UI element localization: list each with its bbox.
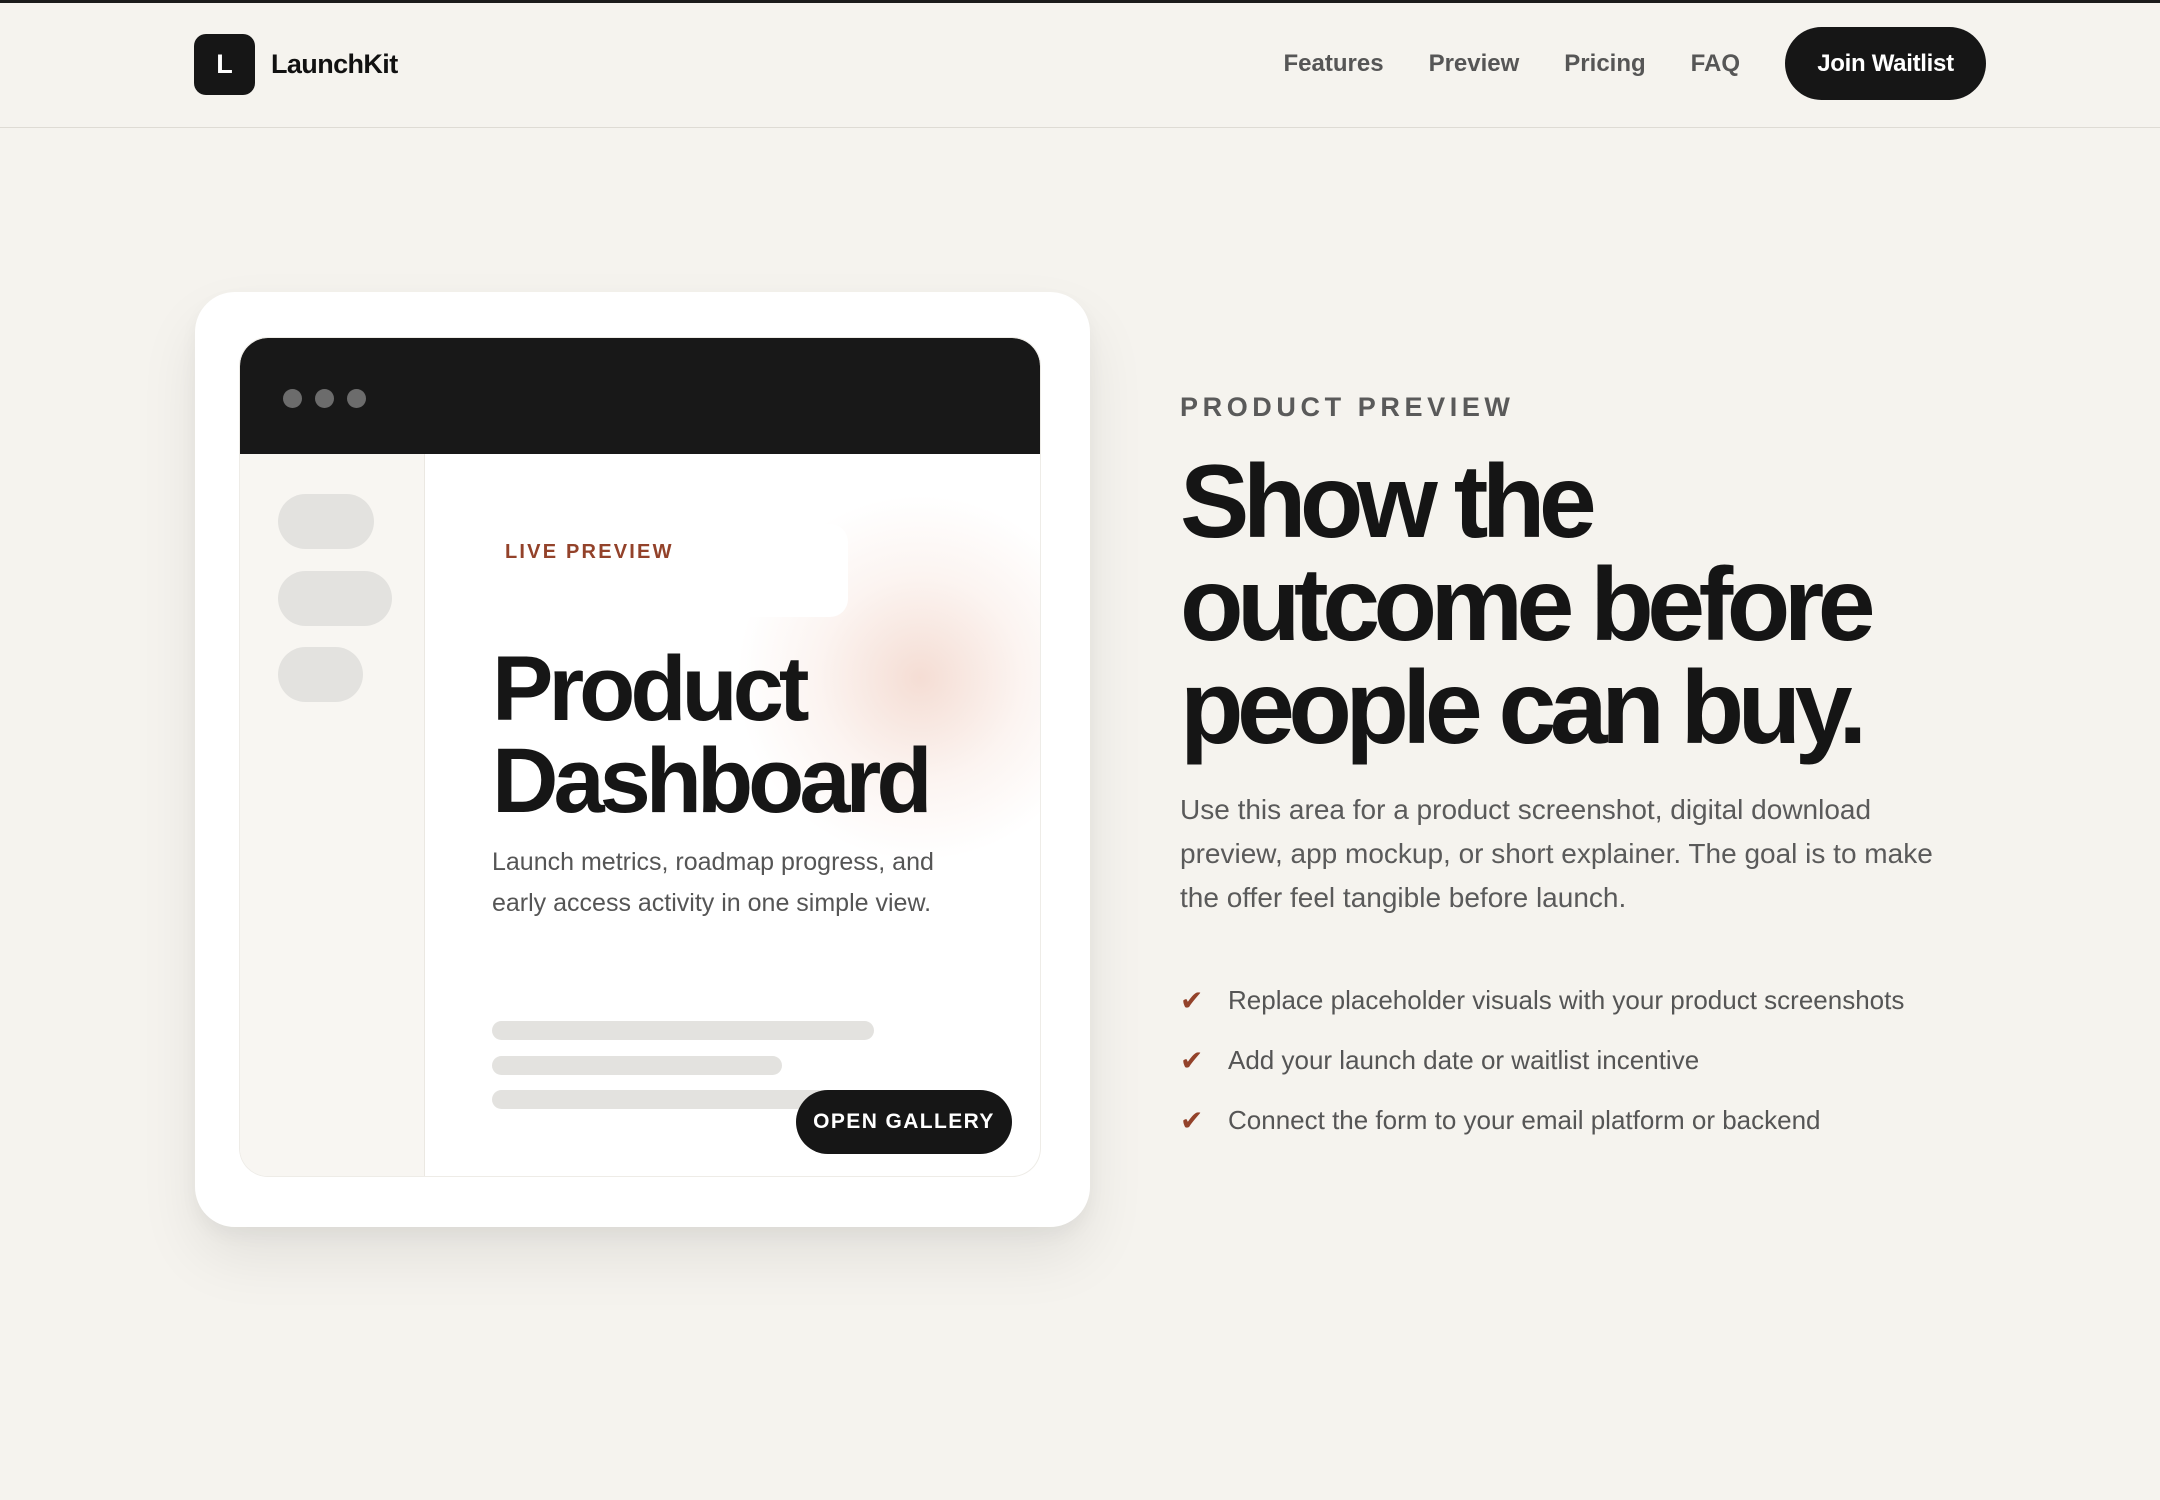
check-icon: ✔ [1180, 1104, 1204, 1136]
window-dot-icon [347, 389, 366, 408]
nav-link-features[interactable]: Features [1284, 50, 1384, 78]
dashboard-description: Launch metrics, roadmap progress, and ea… [492, 848, 934, 917]
list-item: ✔ Replace placeholder visuals with your … [1180, 970, 2000, 1030]
live-preview-label: LIVE PREVIEW [505, 541, 674, 563]
dashboard-title: Product Dashboard [492, 638, 933, 832]
brand-logo[interactable]: L LaunchKit [194, 34, 398, 95]
live-preview-chip [490, 524, 848, 617]
window-dot-icon [315, 389, 334, 408]
list-item: ✔ Connect the form to your email platfor… [1180, 1090, 2000, 1150]
section-eyebrow: PRODUCT PREVIEW [1180, 392, 1515, 422]
check-icon: ✔ [1180, 984, 1204, 1016]
window-titlebar [240, 338, 1040, 454]
section-lead: Use this area for a product screenshot, … [1180, 794, 1933, 913]
product-preview-section: PRODUCT PREVIEW Show the outcome before … [1180, 392, 2000, 1150]
nav-link-pricing[interactable]: Pricing [1564, 50, 1645, 78]
list-item-text: Replace placeholder visuals with your pr… [1228, 984, 1905, 1015]
sidebar-placeholder [278, 647, 363, 702]
open-gallery-button[interactable]: OPEN GALLERY [796, 1090, 1012, 1154]
section-headline: Show the outcome before people can buy. [1180, 444, 1876, 766]
content-placeholder-bar [492, 1056, 782, 1075]
sidebar-placeholder [278, 494, 374, 549]
list-item-text: Add your launch date or waitlist incenti… [1228, 1044, 1700, 1075]
nav-link-preview[interactable]: Preview [1429, 50, 1520, 78]
list-item-text: Connect the form to your email platform … [1228, 1104, 1821, 1135]
join-waitlist-button[interactable]: Join Waitlist [1785, 27, 1986, 100]
content-placeholder-bar [492, 1090, 832, 1109]
site-header: L LaunchKit Features Preview Pricing FAQ… [0, 3, 2160, 128]
check-icon: ✔ [1180, 1044, 1204, 1076]
mock-sidebar [240, 454, 425, 1176]
brand-name: LaunchKit [271, 49, 398, 79]
mock-window: LIVE PREVIEW Product Dashboard Launch me… [240, 338, 1040, 1176]
content-placeholder-bar [492, 1021, 874, 1040]
sidebar-placeholder [278, 571, 392, 626]
list-item: ✔ Add your launch date or waitlist incen… [1180, 1030, 2000, 1090]
nav-link-faq[interactable]: FAQ [1691, 50, 1740, 78]
preview-card: LIVE PREVIEW Product Dashboard Launch me… [195, 292, 1090, 1227]
main-nav: Features Preview Pricing FAQ Join Waitli… [1284, 27, 1986, 100]
window-dot-icon [283, 389, 302, 408]
benefit-list: ✔ Replace placeholder visuals with your … [1180, 970, 2000, 1150]
brand-mark-icon: L [194, 34, 255, 95]
